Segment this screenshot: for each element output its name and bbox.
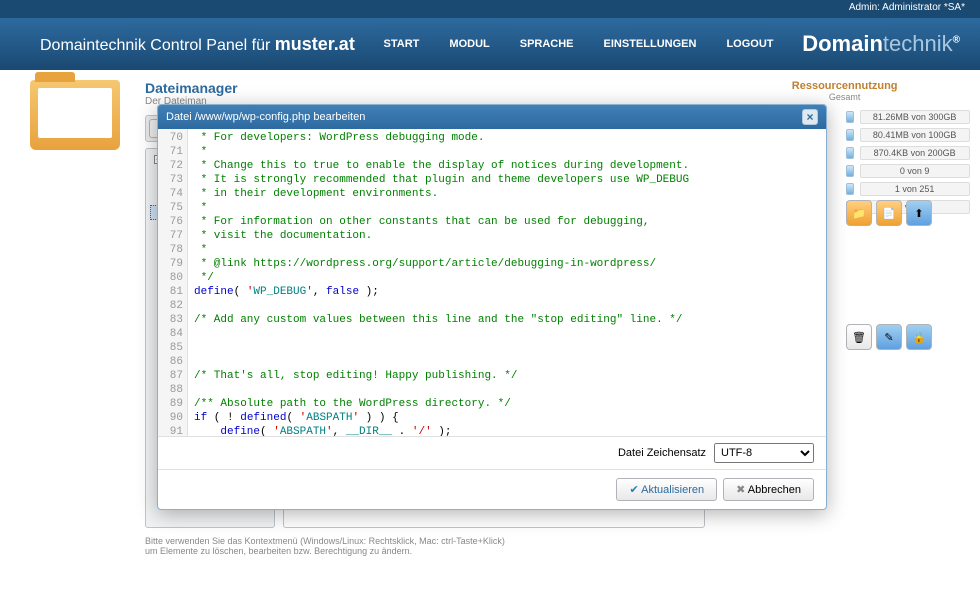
action-btn-6[interactable]: 🔒 — [906, 324, 932, 350]
footer-note: Bitte verwenden Sie das Kontextmenü (Win… — [145, 532, 705, 560]
admin-bar: Admin: Administrator *SA* — [0, 0, 980, 18]
nav-sprache[interactable]: SPRACHE — [520, 38, 574, 50]
code-gutter: 70 71 72 73 74 75 76 77 78 79 80 81 82 8… — [158, 129, 188, 436]
modal-close-button[interactable]: × — [802, 109, 818, 125]
edit-file-modal: Datei /www/wp/wp-config.php bearbeiten ×… — [157, 104, 827, 510]
nav-modul[interactable]: MODUL — [449, 38, 489, 50]
action-btn-1[interactable]: 📁 — [846, 200, 872, 226]
action-btn-2[interactable]: 📄 — [876, 200, 902, 226]
modal-footer: ✔ Aktualisieren ✖ Abbrechen — [158, 469, 826, 509]
update-button[interactable]: ✔ Aktualisieren — [616, 478, 717, 501]
cancel-button[interactable]: ✖ Abbrechen — [723, 478, 814, 501]
header: Domaintechnik Control Panel für muster.a… — [0, 18, 980, 70]
folder-hero-icon — [30, 80, 120, 150]
main-nav: START MODUL SPRACHE EINSTELLUNGEN LOGOUT — [384, 38, 774, 50]
code-editor[interactable]: * For developers: WordPress debugging mo… — [188, 129, 826, 436]
action-panel: 📁 📄 ⬆ 🗑 ✎ 🔒 — [846, 200, 932, 350]
action-btn-5[interactable]: ✎ — [876, 324, 902, 350]
header-title: Domaintechnik Control Panel für muster.a… — [20, 34, 355, 55]
resources-sub: Gesamt — [720, 92, 970, 102]
charset-label: Datei Zeichensatz — [618, 447, 706, 459]
nav-start[interactable]: START — [384, 38, 420, 50]
modal-charset-row: Datei Zeichensatz UTF-8 — [158, 436, 826, 469]
action-btn-4[interactable]: 🗑 — [846, 324, 872, 350]
action-btn-3[interactable]: ⬆ — [906, 200, 932, 226]
logo: Domaintechnik® — [802, 31, 960, 57]
modal-header: Datei /www/wp/wp-config.php bearbeiten × — [158, 105, 826, 129]
page-title: Dateimanager — [145, 80, 705, 96]
nav-einstellungen[interactable]: EINSTELLUNGEN — [604, 38, 697, 50]
nav-logout[interactable]: LOGOUT — [726, 38, 773, 50]
resources-title: Ressourcennutzung — [720, 80, 970, 92]
charset-select[interactable]: UTF-8 — [714, 443, 814, 463]
